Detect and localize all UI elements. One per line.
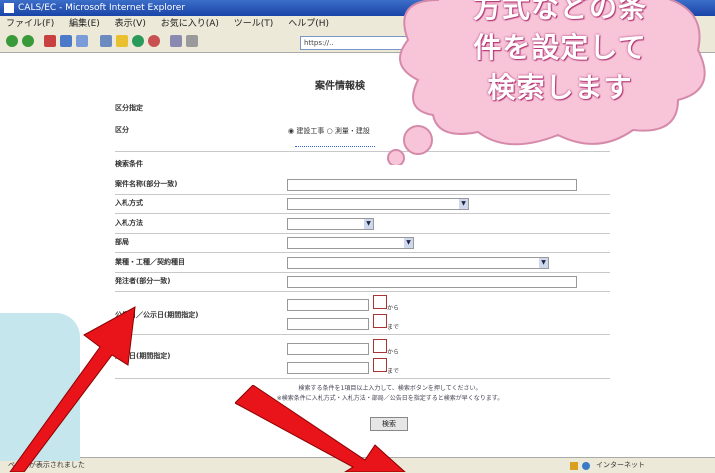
divider: [115, 291, 610, 292]
section-category-title: 区分指定: [115, 104, 143, 112]
radio-group: ◉ 建設工事 ○ 測量・建設: [288, 126, 370, 136]
menu-edit[interactable]: 編集(E): [69, 19, 100, 29]
orderer-input[interactable]: [287, 276, 577, 288]
chevron-down-icon: ▼: [404, 238, 413, 248]
divider: [115, 272, 610, 273]
menu-favorites[interactable]: お気に入り(A): [161, 19, 219, 29]
chevron-down-icon: ▼: [539, 258, 548, 268]
bid-method-select[interactable]: ▼: [287, 218, 374, 230]
media-icon[interactable]: [132, 35, 144, 47]
date-from-suffix: から: [387, 305, 400, 312]
page-title: 案件情報検: [315, 81, 365, 92]
menu-file[interactable]: ファイル(F): [6, 19, 54, 29]
menu-help[interactable]: ヘルプ(H): [288, 19, 329, 29]
refresh-icon[interactable]: [60, 35, 72, 47]
field-label-bid-type: 入札方式: [115, 199, 143, 207]
zone-text: インターネット: [596, 461, 645, 469]
calendar-icon[interactable]: [373, 358, 387, 372]
calendar-icon[interactable]: [373, 339, 387, 353]
window-title: CALS/EC - Microsoft Internet Explorer: [18, 3, 186, 13]
category-help-link[interactable]: [295, 139, 375, 147]
chevron-down-icon: ▼: [364, 219, 373, 229]
callout-text: 方式などの条 件を設定して 検索します: [430, 0, 690, 108]
radio-construction-label: 建設工事: [296, 127, 325, 135]
divider: [115, 213, 610, 214]
ie-app-icon: [4, 3, 14, 13]
callout-line-3: 検索します: [487, 71, 633, 104]
date-from-suffix: から: [387, 349, 400, 356]
red-arrow-down-right-icon: [235, 385, 406, 472]
calendar-icon[interactable]: [373, 295, 387, 309]
mail-icon[interactable]: [170, 35, 182, 47]
divider: [115, 252, 610, 253]
globe-icon: [582, 462, 590, 470]
print-icon[interactable]: [186, 35, 198, 47]
field-label-department: 部局: [115, 238, 129, 246]
work-type-select[interactable]: ▼: [287, 257, 549, 269]
date-to-suffix: まで: [387, 368, 400, 375]
category-label: 区分: [115, 126, 129, 134]
stop-icon[interactable]: [44, 35, 56, 47]
radio-survey[interactable]: ○ 測量・建設: [327, 127, 370, 135]
divider: [115, 233, 610, 234]
field-label-work-type: 業種・工種／契約種目: [115, 258, 185, 266]
project-name-input[interactable]: [287, 179, 577, 191]
bid-type-select[interactable]: ▼: [287, 198, 469, 210]
menu-view[interactable]: 表示(V): [115, 19, 146, 29]
field-label-project-name: 案件名称(部分一致): [115, 180, 178, 188]
notice-date-to-input[interactable]: [287, 318, 369, 330]
bid-date-to-input[interactable]: [287, 362, 369, 374]
lock-icon: [570, 462, 578, 470]
divider: [115, 334, 610, 335]
back-icon[interactable]: [6, 35, 18, 47]
department-select[interactable]: ▼: [287, 237, 414, 249]
field-label-orderer: 発注者(部分一致): [115, 277, 171, 285]
menu-tools[interactable]: ツール(T): [234, 19, 274, 29]
calendar-icon[interactable]: [373, 314, 387, 328]
search-icon[interactable]: [100, 35, 112, 47]
divider: [115, 194, 610, 195]
callout-line-1: 方式などの条: [472, 0, 647, 24]
notice-date-from-input[interactable]: [287, 299, 369, 311]
radio-construction[interactable]: ◉ 建設工事: [288, 127, 324, 135]
favorites-icon[interactable]: [116, 35, 128, 47]
home-icon[interactable]: [76, 35, 88, 47]
red-arrow-up-right-icon: [9, 306, 136, 472]
forward-icon[interactable]: [22, 35, 34, 47]
chevron-down-icon: ▼: [459, 199, 468, 209]
divider: [115, 378, 610, 379]
section-search-title: 検索条件: [115, 160, 143, 168]
history-icon[interactable]: [148, 35, 160, 47]
field-label-bid-method: 入札方法: [115, 219, 143, 227]
date-to-suffix: まで: [387, 324, 400, 331]
bid-date-from-input[interactable]: [287, 343, 369, 355]
radio-survey-label: 測量・建設: [334, 127, 370, 135]
callout-line-2: 件を設定して: [473, 31, 647, 64]
